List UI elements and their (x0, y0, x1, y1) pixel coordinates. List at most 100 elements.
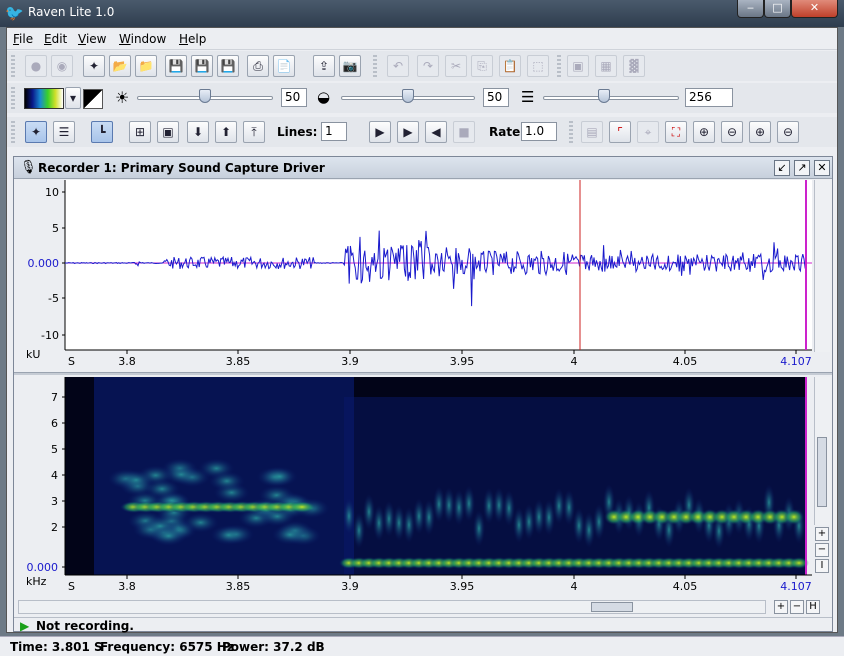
waveform-y-tick: 0.000 (28, 257, 60, 270)
contrast-field[interactable]: 50 (483, 88, 509, 107)
close-panel-button[interactable]: ✕ (814, 160, 830, 176)
play-reverse-icon[interactable]: ◀ (425, 121, 447, 143)
paste-icon[interactable]: 📋 (499, 55, 521, 77)
brightness-icon: ☀ (115, 88, 130, 107)
brightness-slider-thumb[interactable] (199, 89, 211, 103)
window-size-slider-thumb[interactable] (598, 89, 611, 103)
colormap-swatch[interactable] (24, 88, 64, 109)
toolbar-grip[interactable] (11, 55, 15, 77)
toolbar-grip[interactable] (557, 55, 561, 77)
close-button[interactable]: ✕ (791, 0, 838, 18)
new-file-icon[interactable]: ✦ (83, 55, 105, 77)
export-icon[interactable]: ⇪ (313, 55, 335, 77)
zoom-in-y-button[interactable]: + (815, 527, 829, 541)
record-multi-icon[interactable]: ◉ (51, 55, 73, 77)
view-layout-icon[interactable]: ▣ (567, 55, 589, 77)
hscroll-thumb[interactable] (591, 602, 633, 612)
toolbar-grip[interactable] (11, 121, 15, 143)
undo-icon[interactable]: ↶ (387, 55, 409, 77)
frequency-readout: Frequency: 6575 Hz (100, 640, 234, 654)
menu-edit[interactable]: Edit (44, 32, 67, 46)
maximize-panel-button[interactable]: ↗ (794, 160, 810, 176)
open-file-icon[interactable]: 📂 (109, 55, 131, 77)
select-all-icon[interactable]: ⬚ (527, 55, 549, 77)
toolbar-grip[interactable] (373, 55, 377, 77)
copy-icon[interactable]: ⎘ (471, 55, 493, 77)
x-tick-label: 3.9 (341, 355, 359, 368)
axes-tool-icon[interactable]: ┗ (91, 121, 113, 143)
select-tool-icon[interactable]: ✦ (25, 121, 47, 143)
restore-panel-button[interactable]: ↙ (774, 160, 790, 176)
zoom-in-x-icon[interactable]: ⊕ (693, 121, 715, 143)
view-grid-icon[interactable]: ▦ (595, 55, 617, 77)
rate-field[interactable]: 1.0 (521, 122, 557, 141)
time-hscroll[interactable] (18, 600, 766, 614)
view-divider[interactable] (14, 372, 832, 375)
add-view-down-icon[interactable]: ⬇ (187, 121, 209, 143)
x-tick-label: 4 (571, 580, 578, 593)
x-tick-label: 3.9 (341, 580, 359, 593)
zoom-in-y-icon[interactable]: ⊕ (749, 121, 771, 143)
remove-view-icon[interactable]: ⤒ (243, 121, 265, 143)
fit-view-icon[interactable]: ⛶ (665, 121, 687, 143)
page-setup-icon[interactable]: 📄 (273, 55, 295, 77)
spec-y-tick: 3 (51, 495, 58, 508)
window-titlebar: 🐦 Raven Lite 1.0 ‒ □ ✕ (0, 0, 844, 27)
menu-help[interactable]: Help (179, 32, 206, 46)
zoom-out-x-button[interactable]: − (790, 600, 804, 614)
zoom-in-x-button[interactable]: + (774, 600, 788, 614)
waveform-view[interactable]: 10 5 0.000 -5 -10kU S 3.8 3.85 3.9 3.95 4 4.05 4.10… (14, 180, 814, 370)
window-size-slider[interactable] (543, 96, 679, 100)
zoom-selection-icon[interactable]: ▤ (581, 121, 603, 143)
menu-window[interactable]: Window (119, 32, 166, 46)
toolbar-grip[interactable] (569, 121, 573, 143)
toolbar-grip[interactable] (11, 87, 15, 109)
view-spectro-icon[interactable]: ▓ (623, 55, 645, 77)
spec-y-unit: kHz (26, 575, 47, 588)
spec-energy (473, 510, 485, 547)
redo-icon[interactable]: ↷ (417, 55, 439, 77)
play-icon[interactable]: ▶ (369, 121, 391, 143)
x-tick-label: 3.8 (118, 580, 136, 593)
layout-window-icon[interactable]: ▣ (157, 121, 179, 143)
zoom-out-y-icon[interactable]: ⊖ (777, 121, 799, 143)
save-icon[interactable]: 💾 (165, 55, 187, 77)
fit-x-button[interactable]: H (806, 600, 820, 614)
open-folder-icon[interactable]: 📁 (135, 55, 157, 77)
main-toolbar: ● ◉ ✦ 📂 📁 💾 💾 💾 ⎙ 📄 ⇪ 📷 ↶ ↷ ✂ ⎘ 📋 ⬚ ▣ ▦ … (7, 51, 837, 81)
center-icon[interactable]: ⌖ (637, 121, 659, 143)
cut-icon[interactable]: ✂ (445, 55, 467, 77)
bracket-selection-icon[interactable]: ⌜ (609, 121, 631, 143)
zoom-out-y-button[interactable]: − (815, 543, 829, 557)
spec-energy (261, 466, 298, 487)
x-tick-label: 4.05 (673, 355, 698, 368)
contrast-slider-thumb[interactable] (402, 89, 414, 103)
lines-field[interactable]: 1 (321, 122, 347, 141)
recording-status-bar: ▶ Not recording. (14, 617, 832, 633)
menu-file[interactable]: File (13, 32, 33, 46)
menu-view[interactable]: View (78, 32, 106, 46)
add-view-up-icon[interactable]: ⬆ (215, 121, 237, 143)
invert-colors-icon[interactable] (83, 89, 103, 109)
fit-y-button[interactable]: I (815, 559, 829, 573)
spectrogram-view[interactable]: 7 6 5 4 3 2 0.000kHz S 3.8 3.85 3.9 3.95 4 4.05 4.107 (14, 377, 814, 597)
window-size-field[interactable]: 256 (685, 88, 733, 107)
print-icon[interactable]: ⎙ (247, 55, 269, 77)
stop-icon[interactable]: ■ (453, 121, 475, 143)
colormap-dropdown-icon[interactable]: ▾ (65, 87, 81, 109)
save-selection-icon[interactable]: 💾 (217, 55, 239, 77)
save-as-icon[interactable]: 💾 (191, 55, 213, 77)
minimize-button[interactable]: ‒ (737, 0, 764, 18)
record-mic-icon[interactable]: ● (25, 55, 47, 77)
brightness-field[interactable]: 50 (281, 88, 307, 107)
zoom-out-x-icon[interactable]: ⊖ (721, 121, 743, 143)
snapshot-icon[interactable]: 📷 (339, 55, 361, 77)
list-tool-icon[interactable]: ☰ (53, 121, 75, 143)
waveform-vscroll[interactable] (814, 180, 830, 352)
spec-energy (271, 524, 308, 545)
maximize-button[interactable]: □ (764, 0, 791, 18)
vscroll-thumb[interactable] (817, 437, 827, 507)
spectrogram-vscroll[interactable] (814, 377, 830, 525)
play-to-end-icon[interactable]: ▶ (397, 121, 419, 143)
layout-grid-icon[interactable]: ⊞ (129, 121, 151, 143)
